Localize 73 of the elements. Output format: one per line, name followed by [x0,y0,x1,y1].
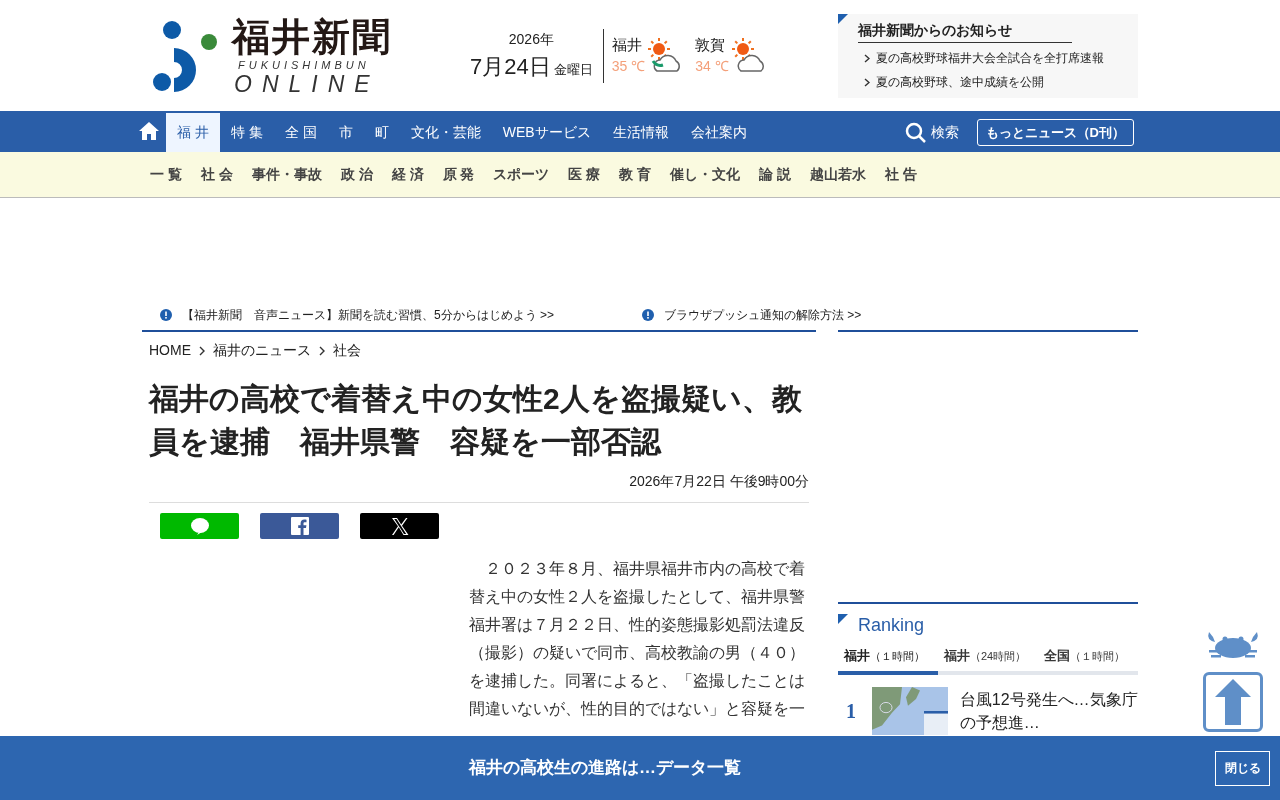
alert-icon [642,309,655,321]
alert-icon [160,309,172,321]
chevron-icon [319,345,325,356]
ranking-tab[interactable]: 福井（１時間） [838,643,938,675]
category-link[interactable]: 論 説 [759,164,792,185]
corner-icon [838,614,848,624]
weather-temp: 35 ℃ [611,57,646,77]
category-link[interactable]: スポーツ [493,164,550,185]
search-icon [904,121,927,144]
ranking-tab[interactable]: 全国（１時間） [1038,643,1138,671]
category-link[interactable]: 医 療 [568,164,601,185]
logo-subtitle: FUKUISHIMBUN [237,58,371,71]
notice-title: 福井新聞からのお知らせ [858,19,1072,43]
more-news-button[interactable]: もっとニュース（D刊） [976,119,1134,146]
x-icon [390,517,409,535]
close-button[interactable]: 閉じる [1215,750,1270,786]
category-link[interactable]: 催し・文化 [670,164,741,185]
category-link[interactable]: 原 発 [442,164,475,185]
nav-tab[interactable]: WEBサービス [491,113,602,152]
date-year: 2026年 [508,29,554,49]
search-link[interactable]: 検索 [904,113,959,152]
rank-number: 1 [844,699,857,724]
ranking-item[interactable]: 1 台風12号発生へ…気象庁の予想進… [838,687,1138,735]
banner-link[interactable]: 福井の高校生の進路は…データ一覧 [469,755,741,781]
logo-wordmark: ONLINE [233,70,381,97]
breadcrumb-link[interactable]: HOME [149,340,191,361]
announcement-link[interactable]: ブラウザプッシュ通知の解除方法 >> [642,306,862,324]
category-link[interactable]: 越山若水 [810,164,867,185]
category-link[interactable]: 社 会 [200,164,233,185]
facebook-share-button[interactable] [260,513,339,539]
nav-tab[interactable]: 会社案内 [679,113,758,152]
x-share-button[interactable] [360,513,439,539]
home-icon[interactable] [138,121,160,141]
breadcrumb-link[interactable]: 福井のニュース [213,340,311,361]
logo-title: 福井新聞 [232,14,393,59]
ranking-tab[interactable]: 福井（24時間） [938,643,1038,671]
nav-tab[interactable]: 全 国 [273,113,328,152]
category-link[interactable]: 政 治 [340,164,373,185]
back-to-top-button[interactable] [1203,672,1263,732]
breadcrumb-link[interactable]: 社会 [333,340,361,361]
weather-city: 敦賀 [695,34,727,55]
up-arrow-icon [1215,679,1251,725]
category-link[interactable]: 社 告 [885,164,917,185]
facebook-icon [290,517,309,535]
chevron-icon [864,77,870,87]
notice-link[interactable]: 夏の高校野球福井大会全試合を全打席速報 [858,48,1138,67]
nav-tab[interactable]: 町 [363,113,400,152]
announcement-link[interactable]: 【福井新聞 音声ニュース】新聞を読む習慣、5分からはじめよう >> [160,306,555,324]
article-body: ２０２３年８月、福井県福井市内の高校で着替え中の女性２人を盗撮したとして、福井県警福井署は７月２２日、性的姿態撮影処罰法違反（撮影）の疑いで同市、高校教諭の男（４０）を逮捕した。同署によると、「盗撮したことは間違いないが、性的目的ではない」と容疑を一 [469,559,806,719]
logo-icon [152,19,220,92]
category-link[interactable]: 一 覧 [150,164,182,185]
line-share-button[interactable] [160,513,239,539]
nav-tab[interactable]: 文化・芸能 [399,113,492,152]
chevron-icon [864,53,870,63]
weather-temp: 34 ℃ [695,57,729,77]
nav-tab[interactable]: 市 [327,113,364,152]
nav-tab[interactable]: 特 集 [219,113,274,152]
date-weekday: 金曜日 [553,60,593,79]
chevron-icon [199,345,205,356]
article-date: 2026年7月22日 午後9時00分 [149,471,809,503]
category-link[interactable]: 事件・事故 [251,164,322,185]
nav-tab[interactable]: 生活情報 [601,113,680,152]
ranking-title: Ranking [858,614,925,637]
article-title: 福井の高校で着替え中の女性2人を盗撮疑い、教員を逮捕 福井県警 容疑を一部否認 [149,381,803,460]
date-day: 7月24日 [470,49,551,83]
corner-icon [838,13,848,24]
nav-tab[interactable]: 福 井 [166,113,220,152]
category-link[interactable]: 教 育 [619,164,652,185]
category-link[interactable]: 経 済 [391,164,424,185]
weather-city: 福井 [611,34,643,55]
notice-link[interactable]: 夏の高校野球、途中成績を公開 [858,72,1138,91]
chat-bubble-icon [190,517,209,535]
ranking-headline: 台風12号発生へ…気象庁の予想進… [959,690,1138,733]
